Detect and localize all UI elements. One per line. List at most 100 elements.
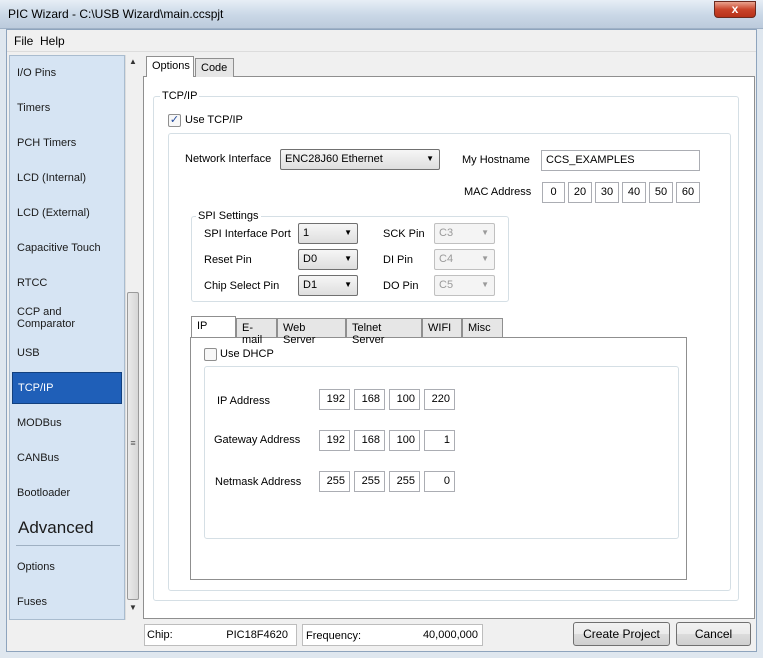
netmask-octet-4[interactable]: 0	[424, 471, 455, 492]
menu-bar	[7, 30, 756, 52]
scroll-down-icon[interactable]: ▼	[125, 603, 141, 617]
gateway-octet-1[interactable]: 192	[319, 430, 350, 451]
reset-pin-label: Reset Pin	[204, 254, 252, 266]
ip-address-octet-4[interactable]: 220	[424, 389, 455, 410]
chevron-down-icon: ▼	[481, 280, 489, 289]
use-tcpip-label: Use TCP/IP	[185, 114, 243, 126]
mac-octet-4[interactable]: 40	[622, 182, 646, 203]
sidebar-item-fuses[interactable]: Fuses	[12, 586, 122, 618]
mac-octet-3[interactable]: 30	[595, 182, 619, 203]
chip-select-pin-value: D1	[303, 279, 318, 291]
advanced-heading: Advanced	[18, 518, 94, 537]
sidebar-item-modbus[interactable]: MODBus	[12, 407, 122, 439]
di-pin-label: DI Pin	[383, 254, 413, 266]
spi-interface-port-value: 1	[303, 227, 310, 239]
sidebar-item-canbus[interactable]: CANBus	[12, 442, 122, 474]
subtab-wifi[interactable]: WIFI	[422, 318, 462, 337]
subtab-ip[interactable]: IP	[191, 316, 236, 337]
network-interface-label: Network Interface	[185, 153, 272, 165]
mac-octet-5[interactable]: 50	[649, 182, 673, 203]
ip-address-octet-1[interactable]: 192	[319, 389, 350, 410]
ip-address-label: IP Address	[217, 395, 270, 407]
netmask-octet-2[interactable]: 255	[354, 471, 385, 492]
sidebar-item-pch-timers[interactable]: PCH Timers	[12, 127, 122, 159]
menu-help[interactable]: Help	[40, 34, 65, 48]
sidebar-item-options[interactable]: Options	[12, 551, 122, 583]
mac-address-label: MAC Address	[464, 186, 532, 198]
use-dhcp-checkbox[interactable]	[204, 348, 217, 361]
chevron-down-icon: ▼	[426, 154, 434, 163]
chevron-down-icon: ▼	[481, 254, 489, 263]
netmask-address-label: Netmask Address	[215, 476, 302, 488]
advanced-divider	[16, 545, 120, 546]
ip-address-octet-3[interactable]: 100	[389, 389, 420, 410]
sck-pin-value: C3	[439, 227, 454, 239]
mac-octet-6[interactable]: 60	[676, 182, 700, 203]
sidebar-item-lcd-external[interactable]: LCD (External)	[12, 197, 122, 229]
sidebar-item-rtcc[interactable]: RTCC	[12, 267, 122, 299]
create-project-button[interactable]: Create Project	[573, 622, 670, 646]
sidebar-item-capacitive-touch[interactable]: Capacitive Touch	[12, 232, 122, 264]
scroll-up-icon[interactable]: ▲	[125, 57, 141, 71]
netmask-octet-1[interactable]: 255	[319, 471, 350, 492]
spi-interface-port-select[interactable]: 1 ▼	[298, 223, 358, 244]
do-pin-value: C5	[439, 279, 454, 291]
sidebar-item-lcd-internal[interactable]: LCD (Internal)	[12, 162, 122, 194]
chip-label: Chip:	[147, 629, 173, 641]
chip-select-pin-label: Chip Select Pin	[204, 280, 280, 292]
chip-select-pin-select[interactable]: D1 ▼	[298, 275, 358, 296]
network-interface-value: ENC28J60 Ethernet	[285, 153, 383, 165]
hostname-label: My Hostname	[462, 154, 530, 166]
use-tcpip-checkbox[interactable]: ✓	[168, 114, 181, 127]
di-pin-value: C4	[439, 253, 454, 265]
chevron-down-icon: ▼	[481, 228, 489, 237]
sidebar-item-bootloader[interactable]: Bootloader	[12, 477, 122, 509]
chevron-down-icon: ▼	[344, 254, 352, 263]
window-title: PIC Wizard - C:\USB Wizard\main.ccspjt	[8, 7, 224, 21]
spi-settings-title: SPI Settings	[196, 210, 261, 222]
chevron-down-icon: ▼	[344, 280, 352, 289]
tab-options[interactable]: Options	[146, 56, 194, 77]
tcpip-group-title: TCP/IP	[160, 90, 200, 102]
tab-code[interactable]: Code	[195, 58, 234, 77]
do-pin-select: C5 ▼	[434, 275, 495, 296]
chevron-down-icon: ▼	[344, 228, 352, 237]
network-interface-select[interactable]: ENC28J60 Ethernet ▼	[280, 149, 440, 170]
subtab-telnet-server[interactable]: Telnet Server	[346, 318, 422, 346]
gateway-address-label: Gateway Address	[214, 434, 301, 446]
frequency-status: Frequency: 40,000,000	[302, 624, 483, 646]
do-pin-label: DO Pin	[383, 280, 419, 292]
close-button[interactable]: x	[714, 1, 756, 18]
sck-pin-label: SCK Pin	[383, 228, 425, 240]
use-dhcp-label: Use DHCP	[220, 348, 274, 360]
gateway-octet-4[interactable]: 1	[424, 430, 455, 451]
chip-value: PIC18F4620	[226, 629, 288, 641]
subtab-web-server[interactable]: Web Server	[277, 318, 346, 346]
frequency-value: 40,000,000	[422, 629, 478, 641]
sck-pin-select: C3 ▼	[434, 223, 495, 244]
hostname-input[interactable]: CCS_EXAMPLES	[541, 150, 700, 171]
sidebar: I/O Pins Timers PCH Timers LCD (Internal…	[9, 55, 125, 620]
sidebar-item-ccp-comparator[interactable]: CCP and Comparator	[12, 302, 92, 334]
spi-interface-port-label: SPI Interface Port	[204, 228, 291, 240]
cancel-button[interactable]: Cancel	[676, 622, 751, 646]
gateway-octet-2[interactable]: 168	[354, 430, 385, 451]
mac-octet-1[interactable]: 0	[542, 182, 565, 203]
netmask-octet-3[interactable]: 255	[389, 471, 420, 492]
sidebar-item-usb[interactable]: USB	[12, 337, 122, 369]
subtab-email[interactable]: E-mail	[236, 318, 277, 346]
mac-octet-2[interactable]: 20	[568, 182, 592, 203]
gateway-octet-3[interactable]: 100	[389, 430, 420, 451]
frequency-label: Frequency:	[306, 630, 362, 642]
sidebar-item-io-pins[interactable]: I/O Pins	[12, 57, 122, 89]
ip-address-octet-2[interactable]: 168	[354, 389, 385, 410]
chip-status: Chip: PIC18F4620	[144, 624, 297, 646]
subtab-misc[interactable]: Misc	[462, 318, 503, 337]
sidebar-item-tcpip[interactable]: TCP/IP	[12, 372, 122, 404]
menu-file[interactable]: File	[14, 34, 33, 48]
sidebar-item-timers[interactable]: Timers	[12, 92, 122, 124]
reset-pin-select[interactable]: D0 ▼	[298, 249, 358, 270]
scroll-grip-icon: ≡	[130, 438, 136, 448]
reset-pin-value: D0	[303, 253, 318, 265]
di-pin-select: C4 ▼	[434, 249, 495, 270]
